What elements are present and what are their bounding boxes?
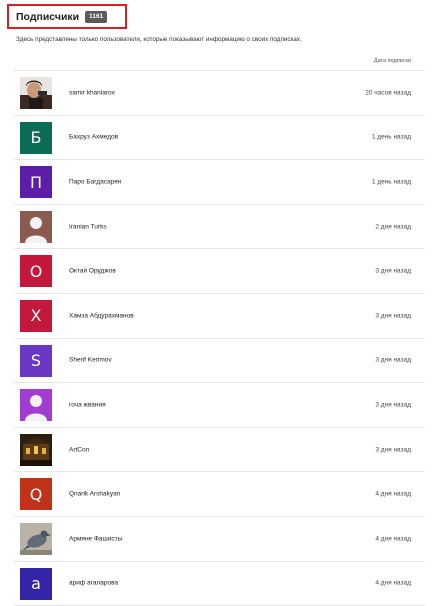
avatar[interactable] bbox=[20, 389, 52, 422]
subscriber-row[interactable]: ArtCon 3 дня назад bbox=[14, 428, 425, 473]
subscriber-row[interactable]: a ариф агаларова 4 дня назад bbox=[14, 562, 425, 606]
subscriber-name[interactable]: Паро Багдасарян bbox=[69, 178, 121, 185]
default-person-icon bbox=[20, 210, 52, 243]
subscriber-row[interactable]: Х Хамза Абдурахманов 3 дня назад bbox=[14, 294, 425, 339]
date-column-header: Дата подписки bbox=[373, 58, 411, 64]
avatar-letter: S bbox=[30, 351, 42, 371]
avatar[interactable] bbox=[20, 522, 52, 555]
avatar-letter: Х bbox=[30, 306, 42, 326]
subscription-date: 3 дня назад bbox=[375, 446, 411, 454]
avatar-letter: Б bbox=[30, 128, 42, 148]
photo-portrait-icon bbox=[20, 77, 52, 109]
subscription-date: 1 день назад bbox=[371, 133, 411, 141]
avatar[interactable]: S bbox=[20, 344, 52, 377]
subscription-date: 3 дня назад bbox=[375, 267, 411, 275]
avatar-letter: О bbox=[29, 261, 43, 281]
subscriber-row[interactable]: Iranian Turks 2 дня назад bbox=[14, 205, 425, 250]
subscriber-list: samir khanlarov 20 часов назад Б Бахруз Ахм… bbox=[14, 70, 425, 606]
page-title: Подписчики bbox=[16, 10, 80, 23]
avatar[interactable]: Q bbox=[20, 478, 52, 511]
photo-bird-icon bbox=[20, 522, 52, 555]
subscriber-name[interactable]: Бахруз Ахмедов bbox=[69, 134, 118, 141]
avatar[interactable]: О bbox=[20, 255, 52, 288]
subscribers-header: Подписчики 1161 bbox=[7, 4, 127, 29]
subscriber-name[interactable]: Армяне Фашисты bbox=[69, 535, 122, 542]
subscription-date: 20 часов назад bbox=[365, 89, 411, 97]
avatar[interactable]: a bbox=[20, 567, 52, 600]
avatar-letter: a bbox=[31, 574, 41, 594]
avatar-letter: Q bbox=[29, 484, 43, 504]
subscription-date: 3 дня назад bbox=[375, 356, 411, 364]
subscriber-row[interactable]: Q Qnarik Arshakyan 4 дня назад bbox=[14, 472, 425, 517]
subscription-date: 2 дня назад bbox=[375, 223, 411, 231]
info-text: Здесь представлены только пользователи, … bbox=[16, 36, 302, 43]
subscription-date: 1 день назад bbox=[371, 178, 411, 186]
avatar[interactable]: Б bbox=[20, 121, 52, 154]
subscriber-name[interactable]: Sherif Kerimov bbox=[69, 357, 112, 364]
subscriber-row[interactable]: П Паро Багдасарян 1 день назад bbox=[14, 160, 425, 205]
default-person-icon bbox=[20, 389, 52, 422]
subscriber-name[interactable]: гоча жвания bbox=[69, 401, 106, 408]
subscriber-row[interactable]: Б Бахруз Ахмедов 1 день назад bbox=[14, 116, 425, 161]
subscriber-name[interactable]: Qnarik Arshakyan bbox=[69, 491, 120, 498]
subscription-date: 4 дня назад bbox=[375, 535, 411, 543]
subscriber-name[interactable]: Iranian Turks bbox=[69, 223, 107, 230]
avatar-letter: П bbox=[29, 172, 43, 192]
subscriber-name[interactable]: ArtCon bbox=[69, 446, 89, 453]
subscription-date: 3 дня назад bbox=[375, 312, 411, 320]
subscription-date: 4 дня назад bbox=[375, 490, 411, 498]
avatar[interactable]: Х bbox=[20, 299, 52, 332]
avatar[interactable]: П bbox=[20, 166, 52, 199]
avatar[interactable] bbox=[20, 77, 52, 109]
avatar[interactable] bbox=[20, 433, 52, 466]
subscriber-name[interactable]: Хамза Абдурахманов bbox=[69, 312, 134, 319]
subscription-date: 3 дня назад bbox=[375, 401, 411, 409]
photo-night-scene-icon bbox=[20, 433, 52, 466]
subscriber-row[interactable]: S Sherif Kerimov 3 дня назад bbox=[14, 339, 425, 384]
subscriber-row[interactable]: Армяне Фашисты 4 дня назад bbox=[14, 517, 425, 562]
subscriber-row[interactable]: гоча жвания 3 дня назад bbox=[14, 383, 425, 428]
subscriber-row[interactable]: О Октай Оруджов 3 дня назад bbox=[14, 249, 425, 294]
subscriber-name[interactable]: ариф агаларова bbox=[69, 580, 118, 587]
subscription-date: 4 дня назад bbox=[375, 579, 411, 587]
subscriber-name[interactable]: Октай Оруджов bbox=[69, 268, 116, 275]
subscriber-name[interactable]: samir khanlarov bbox=[69, 89, 115, 96]
subscriber-count-badge: 1161 bbox=[85, 10, 108, 23]
subscriber-row[interactable]: samir khanlarov 20 часов назад bbox=[14, 71, 425, 116]
avatar[interactable] bbox=[20, 210, 52, 243]
